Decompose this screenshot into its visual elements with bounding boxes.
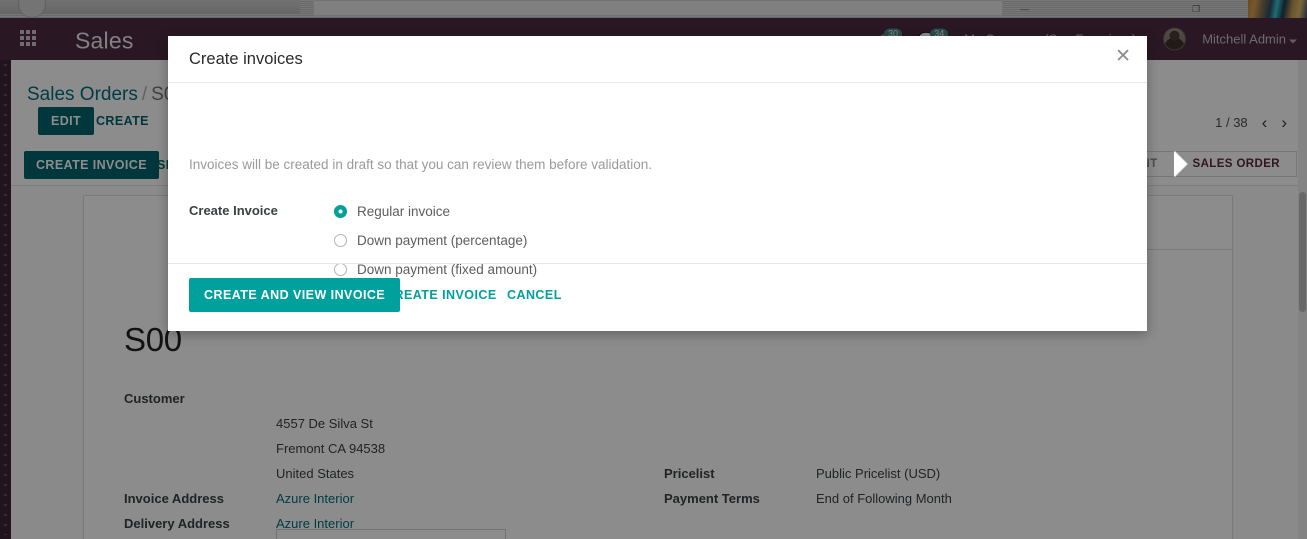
create-invoice-field-label: Create Invoice [189,203,278,218]
dialog-footer: CREATE AND VIEW INVOICE CREATE INVOICE C… [168,263,1147,331]
radio-label-down-payment-percentage: Down payment (percentage) [357,233,528,248]
cancel-button[interactable]: CANCEL [507,288,562,302]
radio-selected-icon[interactable] [334,205,347,218]
radio-unselected-icon[interactable] [334,234,347,247]
app-root: — ❐ Sales Orders To Invoice Products Rep… [0,0,1307,539]
radio-option-down-payment-percentage[interactable]: Down payment (percentage) [334,226,537,255]
create-invoice-button[interactable]: CREATE INVOICE [385,288,497,302]
dialog-note: Invoices will be created in draft so tha… [189,157,652,172]
dialog-body: Invoices will be created in draft so tha… [168,83,1147,277]
close-icon[interactable]: ✕ [1115,47,1131,66]
dialog-header: Create invoices ✕ [168,36,1147,83]
radio-label-regular-invoice: Regular invoice [357,204,451,219]
create-invoices-dialog: Create invoices ✕ Invoices will be creat… [168,36,1147,331]
create-and-view-invoice-button[interactable]: CREATE AND VIEW INVOICE [189,278,401,312]
radio-option-regular-invoice[interactable]: Regular invoice [334,197,537,226]
dialog-title: Create invoices [189,50,303,68]
